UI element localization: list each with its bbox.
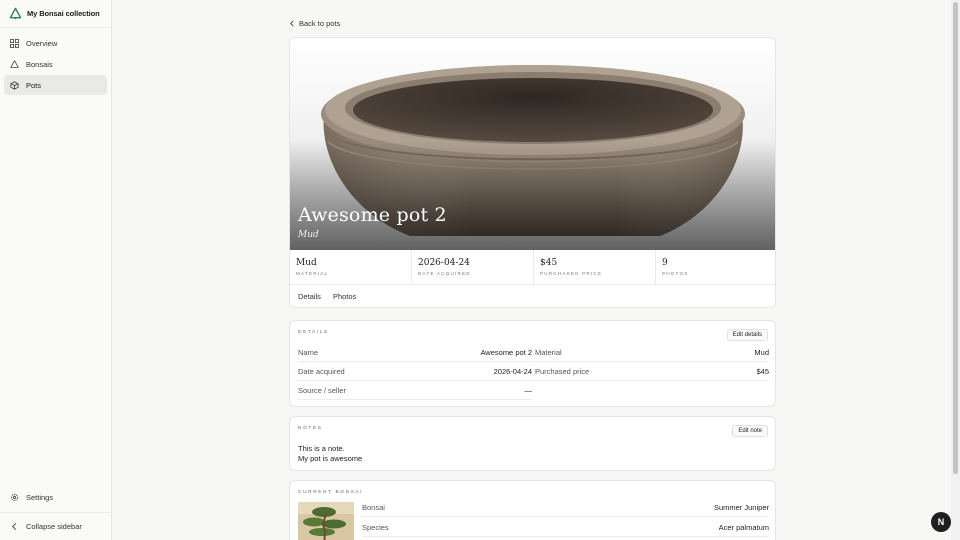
detail-key: Source / seller (298, 385, 346, 395)
collapse-sidebar-label: Collapse sidebar (26, 521, 82, 531)
detail-row-source-seller: Source / seller — (298, 381, 532, 400)
edit-details-button[interactable]: Edit details (726, 329, 768, 341)
app-title: My Bonsai collection (27, 9, 100, 18)
back-link-label: Back to pots (299, 19, 341, 28)
sidebar-item-bonsais[interactable]: Bonsais (4, 54, 107, 74)
sidebar-divider (0, 512, 111, 513)
chevron-left-icon (290, 20, 294, 27)
bonsai-image (298, 502, 354, 540)
pot-stats: Mud Material 2026-04-24 Date acquired $4… (290, 250, 775, 285)
stat-value: 9 (662, 258, 668, 268)
details-card: Details Edit details Name Awesome pot 2 … (289, 320, 776, 407)
detail-key: Name (298, 347, 319, 357)
floating-action-button[interactable]: N (931, 512, 951, 532)
edit-note-button[interactable]: Edit note (732, 425, 768, 437)
stat-value: $45 (540, 258, 558, 268)
bonsai-row-species: Species Acer palmatum (362, 518, 769, 537)
gear-icon (11, 493, 18, 501)
current-bonsai-section-label: Current bonsai (298, 490, 364, 495)
pot-tabs: Details Photos (290, 285, 368, 307)
detail-row-material: Material Mud (535, 343, 769, 362)
stat-value: Mud (296, 258, 317, 268)
stat-purchased-price: $45 Purchased price (534, 250, 656, 284)
chevron-left-icon (12, 522, 17, 530)
detail-key: Purchased price (535, 366, 590, 376)
stat-material: Mud Material (290, 250, 412, 284)
detail-value[interactable]: Summer Juniper (714, 503, 769, 512)
stat-value: 2026-04-24 (418, 258, 470, 268)
detail-value: 2026-04-24 (493, 366, 532, 376)
detail-value: — (524, 385, 533, 395)
detail-key: Material (535, 347, 562, 357)
detail-key: Species (362, 522, 389, 532)
detail-value: Mud (754, 347, 769, 357)
pot-hero-card: Awesome pot 2 Mud Mud Material 2026-04-2… (289, 37, 776, 308)
sidebar-nav: Overview Bonsais Pots (0, 28, 111, 99)
sidebar: My Bonsai collection Overview Bonsais Po… (0, 0, 112, 540)
stat-label: Material (296, 271, 329, 276)
main-content: Back to pots Awesome pot 2 Mud Mud MATER… (112, 0, 951, 540)
detail-row-name: Name Awesome pot 2 (298, 343, 532, 362)
tab-photos[interactable]: Photos (333, 285, 356, 307)
detail-row-date-acquired: Date acquired 2026-04-24 (298, 362, 532, 381)
sidebar-item-overview[interactable]: Overview (4, 33, 107, 53)
stat-label: Photos (662, 271, 689, 276)
detail-value: Acer palmatum (718, 522, 769, 532)
collapse-sidebar-button[interactable]: Collapse sidebar (4, 516, 108, 536)
stat-label: Purchased price (540, 271, 603, 276)
settings-button[interactable]: Settings (4, 487, 108, 507)
sidebar-item-pots[interactable]: Pots (4, 75, 107, 95)
details-section-label: Details (298, 330, 329, 335)
bonsai-row-name: Bonsai Summer Juniper (362, 498, 769, 517)
grid-icon (10, 38, 19, 48)
stat-label: Date acquired (418, 271, 471, 276)
bonsai-logo-icon (9, 7, 22, 20)
detail-value: $45 (756, 366, 769, 376)
notes-card: Notes Edit note This is a note. My pot i… (289, 416, 776, 471)
note-line: This is a note. (298, 444, 345, 453)
stat-date-acquired: 2026-04-24 Date acquired (412, 250, 534, 284)
sidebar-item-label: Pots (26, 80, 42, 90)
hero-overlay (290, 140, 775, 250)
scrollbar-thumb[interactable] (953, 2, 958, 474)
note-text: This is a note. My pot is awesome (298, 444, 362, 464)
detail-key: Bonsai (362, 502, 385, 512)
sidebar-item-label: Bonsais (26, 59, 53, 69)
tab-details[interactable]: Details (298, 285, 321, 307)
pot-material-subtitle: Mud (298, 230, 319, 240)
current-bonsai-card: Current bonsai Bonsai Summer Juniper Spe… (289, 480, 776, 540)
sidebar-item-label: Overview (26, 38, 58, 48)
pot-photo[interactable]: Awesome pot 2 Mud (290, 38, 775, 250)
stat-photos: 9 Photos (656, 250, 775, 284)
settings-label: Settings (26, 492, 54, 502)
detail-value: Awesome pot 2 (480, 347, 532, 357)
note-line: My pot is awesome (298, 454, 363, 463)
brand[interactable]: My Bonsai collection (0, 0, 111, 28)
detail-key: Date acquired (298, 366, 345, 376)
bonsai-thumbnail[interactable] (298, 502, 354, 540)
detail-row-purchased-price: Purchased price $45 (535, 362, 769, 381)
back-to-pots-link[interactable]: Back to pots (289, 19, 340, 28)
tree-icon (10, 59, 19, 68)
notes-section-label: Notes (298, 426, 323, 431)
pot-title: Awesome pot 2 (298, 204, 447, 226)
pot-icon (10, 80, 19, 90)
